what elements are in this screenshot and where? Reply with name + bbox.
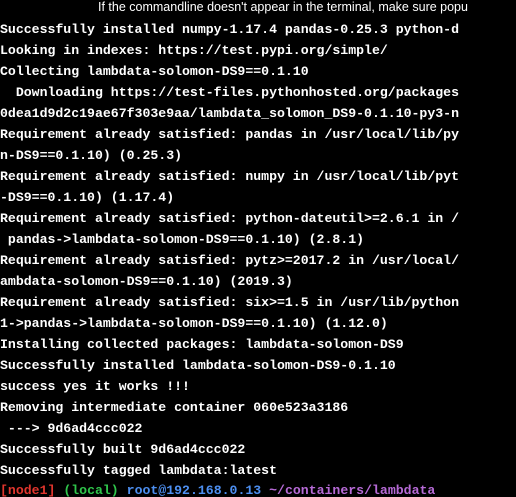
hint-banner-text: If the commandline doesn't appear in the… (98, 0, 468, 14)
prompt-path: ~/containers/lambdata (269, 483, 436, 497)
terminal-line: Collecting lambdata-solomon-DS9==0.1.10 (0, 64, 309, 79)
terminal-line: pandas->lambdata-solomon-DS9==0.1.10) (2… (0, 232, 365, 247)
terminal-line: -DS9==0.1.10) (1.17.4) (0, 190, 175, 205)
terminal-line: Downloading https://test-files.pythonhos… (0, 85, 459, 100)
terminal-line: ambdata-solomon-DS9==0.1.10) (2019.3) (0, 274, 293, 289)
terminal-line: n-DS9==0.1.10) (0.25.3) (0, 148, 183, 163)
terminal-line: ---> 9d6ad4ccc022 (0, 421, 143, 436)
terminal-output: Successfully installed numpy-1.17.4 pand… (0, 19, 516, 481)
terminal-line: success yes it works !!! (0, 379, 190, 394)
terminal-window[interactable]: If the commandline doesn't appear in the… (0, 0, 516, 497)
command-prompt[interactable]: [node1] (local) root@192.168.0.13 ~/cont… (0, 480, 516, 497)
terminal-line: Removing intermediate container 060e523a… (0, 400, 349, 415)
prompt-env: (local) (63, 483, 119, 497)
prompt-user-host: root@192.168.0.13 (126, 483, 262, 497)
terminal-line: Requirement already satisfied: six>=1.5 … (0, 295, 459, 310)
terminal-line: 1->pandas->lambdata-solomon-DS9==0.1.10)… (0, 316, 388, 331)
terminal-line: 0dea1d9d2c19ae67f303e9aa/lambdata_solomo… (0, 106, 459, 121)
terminal-line: Looking in indexes: https://test.pypi.or… (0, 43, 388, 58)
terminal-line: Requirement already satisfied: python-da… (0, 211, 459, 226)
terminal-line: Requirement already satisfied: numpy in … (0, 169, 459, 184)
terminal-line: Requirement already satisfied: pytz>=201… (0, 253, 459, 268)
terminal-line: Requirement already satisfied: pandas in… (0, 127, 459, 142)
terminal-line: Successfully installed lambdata-solomon-… (0, 358, 396, 373)
terminal-line: Successfully built 9d6ad4ccc022 (0, 442, 246, 457)
prompt-node: [node1] (0, 483, 56, 497)
terminal-line: Successfully tagged lambdata:latest (0, 463, 277, 478)
terminal-line: Installing collected packages: lambdata-… (0, 337, 404, 352)
hint-banner: If the commandline doesn't appear in the… (0, 0, 516, 18)
terminal-line: Successfully installed numpy-1.17.4 pand… (0, 22, 459, 37)
